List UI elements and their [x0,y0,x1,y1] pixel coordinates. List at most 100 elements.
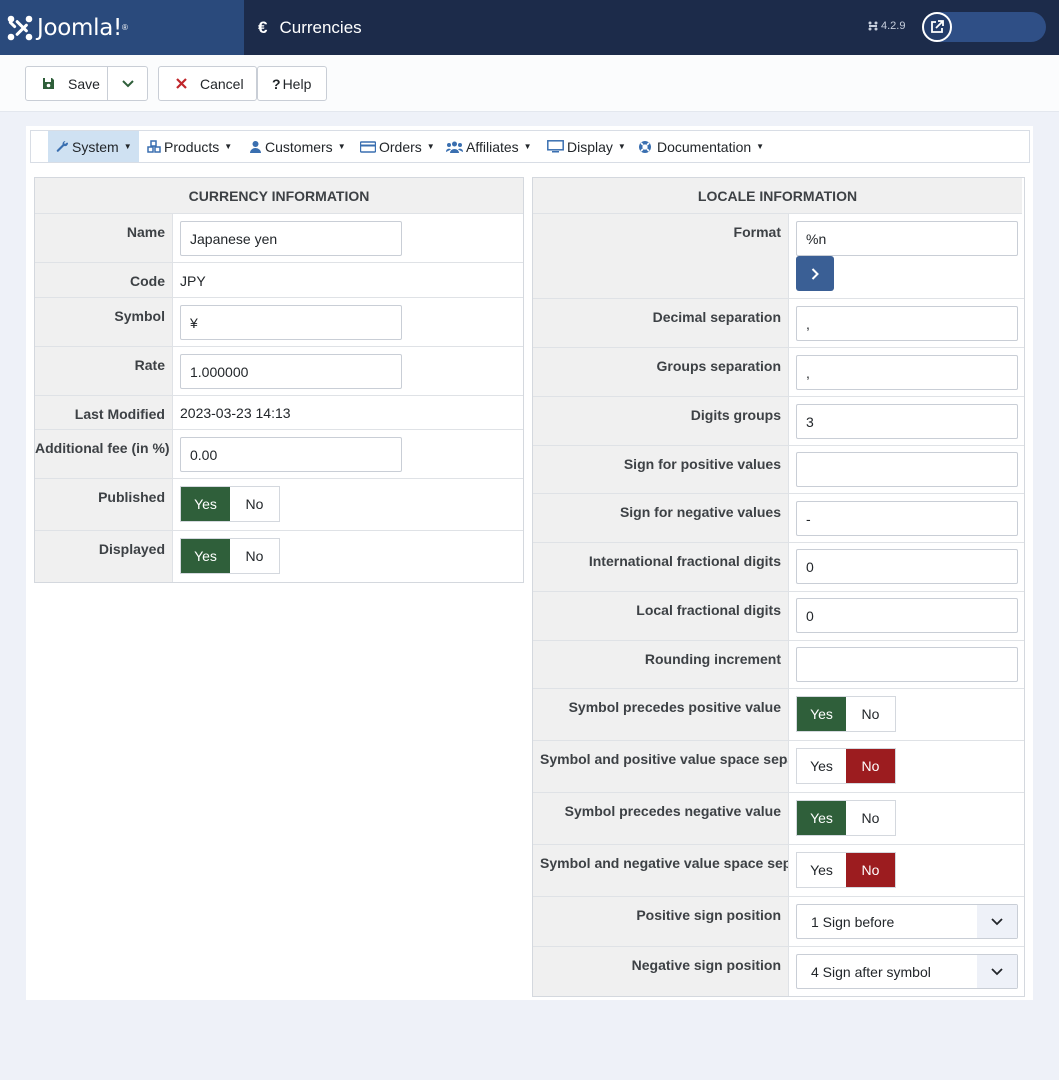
symbol-label: Symbol [35,298,173,346]
joomla-logo-icon [7,15,33,40]
symbol-precedes-negative-yes[interactable]: Yes [797,801,846,835]
digits-groups-input[interactable]: 3 [796,404,1018,439]
additional-fee-input[interactable]: 0.00 [180,437,402,472]
displayed-no[interactable]: No [230,539,279,573]
negative-sign-position-value: 4 Sign after symbol [811,963,931,980]
chevron-down-icon [121,79,134,87]
symbol-precedes-negative-label: Symbol precedes negative value [533,793,789,844]
symbol-precedes-positive-no[interactable]: No [846,697,895,731]
displayed-yes[interactable]: Yes [181,539,230,573]
chevron-down-icon [977,905,1017,938]
symbol-space-positive-yes[interactable]: Yes [797,749,846,783]
euro-icon: € [258,17,268,37]
symbol-space-positive-no[interactable]: No [846,749,895,783]
close-icon [176,78,187,89]
negative-sign-input[interactable]: - [796,501,1018,536]
code-value: JPY [180,273,206,289]
rate-input[interactable]: 1.000000 [180,354,402,389]
locale-information-panel: LOCALE INFORMATION Format %n Decimal sep… [532,177,1025,997]
positive-sign-position-label: Positive sign position [533,897,789,946]
joomla-logo[interactable]: Joomla! ® [0,0,244,55]
cubes-icon [147,140,161,153]
currency-information-panel: CURRENCY INFORMATION Name Japanese yen C… [34,177,524,583]
cancel-label: Cancel [200,75,244,92]
symbol-precedes-positive-label: Symbol precedes positive value [533,689,789,740]
view-site-button[interactable] [922,12,1046,42]
cancel-button[interactable]: Cancel [158,66,257,101]
page-title: € Currencies [258,18,362,38]
menu-documentation[interactable]: Documentation ▼ [638,131,764,162]
local-fractional-input[interactable]: 0 [796,598,1018,633]
lifebuoy-icon [639,140,651,153]
code-row: Code JPY [35,263,523,298]
symbol-precedes-positive-toggle: Yes No [796,696,896,732]
rate-label: Rate [35,347,173,395]
locale-information-heading: LOCALE INFORMATION [533,178,1022,214]
menu-display[interactable]: Display ▼ [547,131,626,162]
groups-separation-input[interactable]: , [796,355,1018,390]
symbol-precedes-negative-row: Symbol precedes negative value Yes No [533,793,1024,845]
negative-sign-position-label: Negative sign position [533,947,789,996]
symbol-space-negative-no[interactable]: No [846,853,895,887]
rounding-label: Rounding increment [533,641,789,688]
name-label: Name [35,214,173,262]
menu-customers[interactable]: Customers ▼ [249,131,346,162]
decimal-separation-input[interactable]: , [796,306,1018,341]
external-link-icon [922,12,952,42]
toolbar: Save Cancel ? Help [0,55,1059,112]
symbol-space-positive-row: Symbol and positive value space separati… [533,741,1024,793]
rate-row: Rate 1.000000 [35,347,523,396]
menu-orders[interactable]: Orders ▼ [360,131,435,162]
save-button[interactable]: Save [26,67,108,100]
help-button[interactable]: ? Help [257,66,327,101]
digits-groups-label: Digits groups [533,397,789,445]
groups-separation-row: Groups separation , [533,348,1024,397]
symbol-precedes-negative-no[interactable]: No [846,801,895,835]
menu-products[interactable]: Products ▼ [147,131,232,162]
users-icon [446,141,463,153]
code-label: Code [35,263,173,297]
symbol-space-negative-toggle: Yes No [796,852,896,888]
symbol-precedes-negative-toggle: Yes No [796,800,896,836]
save-label: Save [68,75,100,92]
symbol-space-positive-toggle: Yes No [796,748,896,784]
symbol-space-negative-yes[interactable]: Yes [797,853,846,887]
positive-sign-row: Sign for positive values [533,446,1024,494]
published-no[interactable]: No [230,487,279,521]
question-icon: ? [272,75,281,92]
menu-system[interactable]: System ▼ [48,131,139,162]
published-yes[interactable]: Yes [181,487,230,521]
positive-sign-input[interactable] [796,452,1018,487]
decimal-separation-label: Decimal separation [533,299,789,347]
version-label: 4.2.9 [868,20,905,32]
symbol-input[interactable]: ¥ [180,305,402,340]
name-input[interactable]: Japanese yen [180,221,402,256]
negative-sign-position-select[interactable]: 4 Sign after symbol [796,954,1018,989]
version-text: 4.2.9 [881,20,906,32]
component-menu: System ▼ Products ▼ Customers ▼ Orders ▼ Aff… [30,130,1030,163]
positive-sign-label: Sign for positive values [533,446,789,493]
menu-affiliates[interactable]: Affiliates ▼ [446,131,532,162]
last-modified-value: 2023-03-23 14:13 [180,405,291,421]
digits-groups-row: Digits groups 3 [533,397,1024,446]
save-options-dropdown[interactable] [108,79,147,88]
symbol-space-negative-row: Symbol and negative value space separati… [533,845,1024,897]
chevron-down-icon [977,955,1017,988]
wrench-icon [56,140,69,152]
symbol-space-positive-label: Symbol and positive value space separati… [533,741,789,792]
last-modified-label: Last Modified [35,396,173,429]
user-icon [250,141,261,153]
format-input[interactable]: %n [796,221,1018,256]
local-fractional-label: Local fractional digits [533,592,789,640]
monitor-icon [547,140,564,153]
intl-fractional-label: International fractional digits [533,543,789,591]
logo-text: Joomla! [37,14,122,41]
published-label: Published [35,479,173,530]
intl-fractional-input[interactable]: 0 [796,549,1018,584]
chevron-right-icon [811,267,819,280]
positive-sign-position-select[interactable]: 1 Sign before [796,904,1018,939]
rounding-input[interactable] [796,647,1018,682]
symbol-precedes-positive-yes[interactable]: Yes [797,697,846,731]
negative-sign-position-row: Negative sign position 4 Sign after symb… [533,947,1024,996]
format-apply-button[interactable] [796,256,834,291]
